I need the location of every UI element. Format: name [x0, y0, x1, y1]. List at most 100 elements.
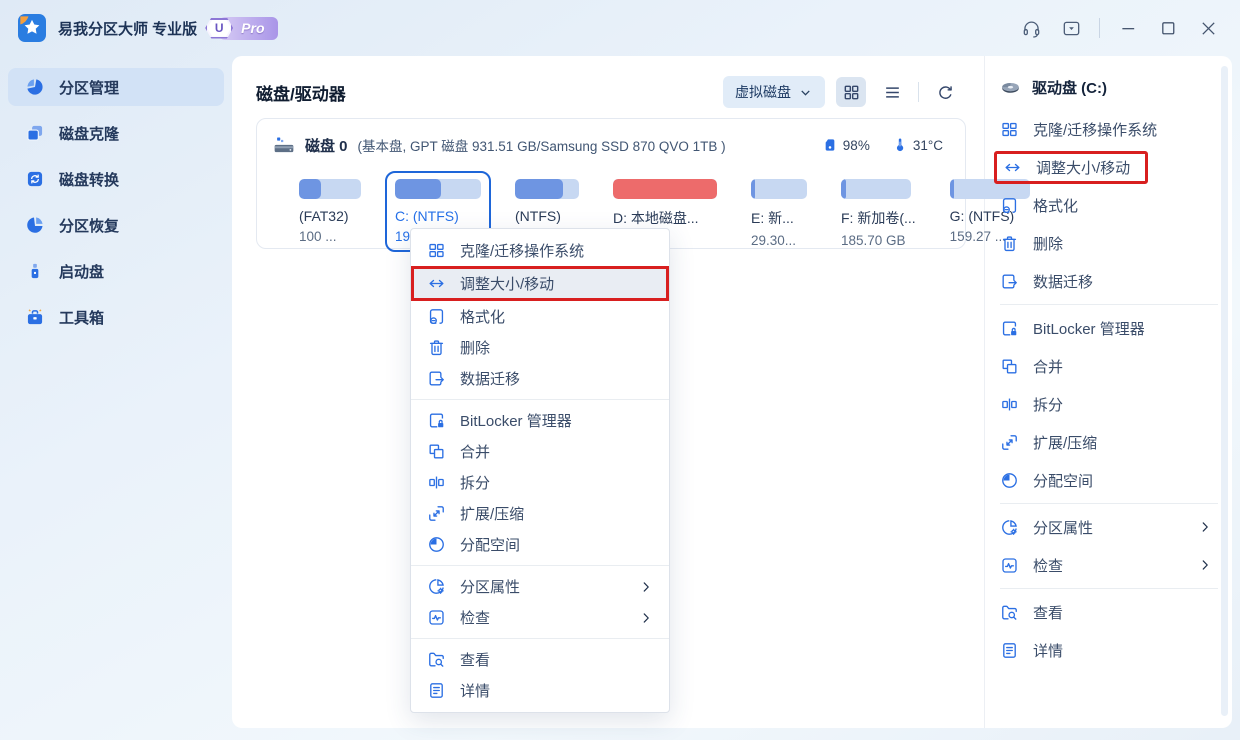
- menu-item-label: BitLocker 管理器: [460, 410, 572, 431]
- delete-icon: [427, 338, 446, 357]
- partition-usage-bar: [841, 179, 911, 199]
- boot-disk-icon: [25, 261, 45, 281]
- clone-os-icon: [1000, 120, 1019, 139]
- right-panel-item-data-migrate[interactable]: 数据迁移: [1000, 262, 1218, 300]
- grid-view-button[interactable]: [836, 77, 866, 107]
- partition-label: D: 本地磁盘...: [613, 208, 717, 228]
- partition-tile-f-new[interactable]: F: 新加卷(...185.70 GB: [831, 171, 926, 256]
- context-menu-item-split[interactable]: 拆分: [411, 467, 669, 498]
- menu-item-label: 检查: [460, 607, 490, 628]
- list-view-button[interactable]: [877, 77, 907, 107]
- allocate-space-icon: [1000, 471, 1019, 490]
- disk-name: 磁盘 0: [305, 135, 348, 156]
- context-menu-item-delete[interactable]: 删除: [411, 332, 669, 363]
- context-menu-item-details[interactable]: 详情: [411, 675, 669, 706]
- partition-tile-fat32[interactable]: (FAT32)100 ...: [289, 171, 371, 252]
- right-panel-item-view[interactable]: 查看: [1000, 593, 1218, 631]
- disk-filter-dropdown[interactable]: 虚拟磁盘: [723, 76, 825, 108]
- chevron-right-icon: [639, 580, 653, 594]
- disk-temperature: 31°C: [892, 137, 943, 153]
- menu-item-label: 格式化: [460, 306, 505, 327]
- right-panel-item-bitlocker-manager[interactable]: BitLocker 管理器: [1000, 309, 1218, 347]
- sidebar-item-bootable-disk[interactable]: 启动盘: [8, 252, 224, 290]
- partition-usage-bar: [751, 179, 807, 199]
- context-menu-item-allocate-space[interactable]: 分配空间: [411, 529, 669, 560]
- check-icon: [427, 608, 446, 627]
- menu-item-label: 调整大小/移动: [460, 273, 554, 294]
- grid-view-icon: [842, 83, 861, 102]
- context-menu-item-format[interactable]: 格式化: [411, 301, 669, 332]
- context-menu-item-resize-move[interactable]: 调整大小/移动: [411, 266, 669, 301]
- sidebar-item-partition-recovery[interactable]: 分区恢复: [8, 206, 224, 244]
- context-menu-item-bitlocker-manager[interactable]: BitLocker 管理器: [411, 405, 669, 436]
- right-panel-item-resize-move[interactable]: 调整大小/移动: [994, 151, 1148, 184]
- toolbox-icon: [25, 307, 45, 327]
- partition-properties-icon: [427, 577, 446, 596]
- pro-badge: U Pro: [219, 17, 277, 40]
- context-menu-item-merge[interactable]: 合并: [411, 436, 669, 467]
- scrollbar[interactable]: [1221, 66, 1228, 716]
- right-panel-item-partition-properties[interactable]: 分区属性: [1000, 508, 1218, 546]
- close-button[interactable]: [1196, 16, 1220, 40]
- sidebar-item-disk-clone[interactable]: 磁盘克隆: [8, 114, 224, 152]
- disk-usage-value: 98%: [843, 138, 870, 153]
- partition-tile-e-new[interactable]: E: 新...29.30...: [741, 171, 817, 256]
- right-panel-item-clone-migrate-os[interactable]: 克隆/迁移操作系统: [1000, 110, 1218, 148]
- menu-item-label: 数据迁移: [1033, 271, 1093, 292]
- menu-separator: [411, 399, 669, 400]
- resize-move-icon: [427, 274, 446, 293]
- bitlocker-icon: [1000, 319, 1019, 338]
- sidebar-item-label: 磁盘克隆: [59, 123, 119, 144]
- menu-separator: [411, 638, 669, 639]
- context-menu-item-view[interactable]: 查看: [411, 644, 669, 675]
- menu-item-label: 格式化: [1033, 195, 1078, 216]
- right-panel-item-delete[interactable]: 删除: [1000, 224, 1218, 262]
- partition-label: F: 新加卷(...: [841, 208, 916, 228]
- panel-toggle-button[interactable]: [1059, 16, 1083, 40]
- sidebar-item-label: 分区恢复: [59, 215, 119, 236]
- allocate-space-icon: [427, 535, 446, 554]
- disk-clone-icon: [25, 123, 45, 143]
- support-button[interactable]: [1019, 16, 1043, 40]
- panel-toggle-icon: [1061, 18, 1082, 39]
- menu-item-label: 扩展/压缩: [1033, 432, 1097, 453]
- sidebar-item-toolbox[interactable]: 工具箱: [8, 298, 224, 336]
- right-panel-item-details[interactable]: 详情: [1000, 631, 1218, 669]
- menu-item-label: BitLocker 管理器: [1033, 318, 1145, 339]
- extend-shrink-icon: [1000, 433, 1019, 452]
- right-panel-item-format[interactable]: 格式化: [1000, 186, 1218, 224]
- close-icon: [1198, 18, 1219, 39]
- context-menu-item-partition-properties[interactable]: 分区属性: [411, 571, 669, 602]
- refresh-icon: [936, 83, 955, 102]
- menu-item-label: 克隆/迁移操作系统: [460, 240, 584, 261]
- right-panel-item-split[interactable]: 拆分: [1000, 385, 1218, 423]
- sidebar-item-partition-management[interactable]: 分区管理: [8, 68, 224, 106]
- partition-size: 29.30...: [751, 233, 807, 248]
- right-panel-item-extend-shrink[interactable]: 扩展/压缩: [1000, 423, 1218, 461]
- window-controls: [1019, 16, 1220, 40]
- chevron-right-icon: [1198, 558, 1212, 572]
- drive-icon: [1000, 77, 1021, 98]
- menu-separator: [1000, 304, 1218, 305]
- maximize-button[interactable]: [1156, 16, 1180, 40]
- context-menu-item-clone-migrate-os[interactable]: 克隆/迁移操作系统: [411, 235, 669, 266]
- sidebar-item-label: 分区管理: [59, 77, 119, 98]
- context-menu-item-extend-shrink[interactable]: 扩展/压缩: [411, 498, 669, 529]
- merge-icon: [1000, 357, 1019, 376]
- menu-item-label: 合并: [460, 441, 490, 462]
- disk-stats: 98% 31°C: [822, 137, 943, 153]
- sidebar-item-disk-convert[interactable]: 磁盘转换: [8, 160, 224, 198]
- refresh-button[interactable]: [930, 77, 960, 107]
- partition-properties-icon: [1000, 518, 1019, 537]
- context-menu-item-check[interactable]: 检查: [411, 602, 669, 633]
- chevron-down-icon: [798, 85, 813, 100]
- partition-usage-bar: [299, 179, 361, 199]
- view-buttons: [836, 77, 960, 107]
- context-menu-item-data-migrate[interactable]: 数据迁移: [411, 363, 669, 394]
- right-panel-item-allocate-space[interactable]: 分配空间: [1000, 461, 1218, 499]
- right-panel-item-merge[interactable]: 合并: [1000, 347, 1218, 385]
- disk-usage: 98%: [822, 137, 870, 153]
- right-panel-item-check[interactable]: 检查: [1000, 546, 1218, 584]
- minimize-button[interactable]: [1116, 16, 1140, 40]
- menu-item-label: 检查: [1033, 555, 1063, 576]
